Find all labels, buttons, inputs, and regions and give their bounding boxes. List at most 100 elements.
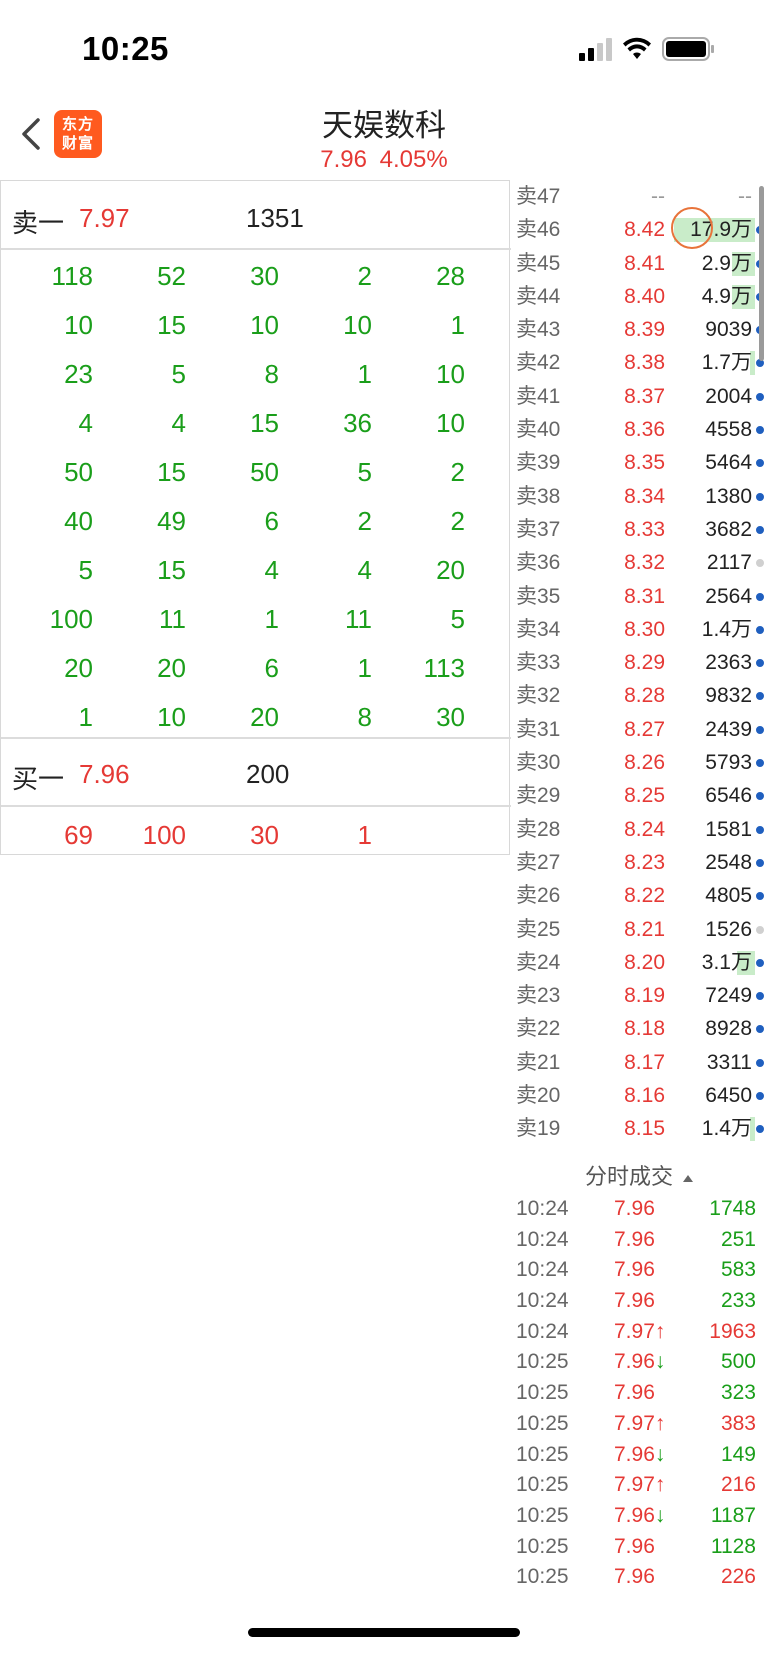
queue-order-size: 10 <box>343 310 372 340</box>
order-book-row[interactable]: 卖24 8.20 3.1万 <box>510 946 768 979</box>
level-price: 8.36 <box>624 418 665 442</box>
order-book-row[interactable]: 卖39 8.35 5464 <box>510 446 768 479</box>
tick-time: 10:24 <box>516 1319 569 1343</box>
order-book-row[interactable]: 卖21 8.17 3311 <box>510 1046 768 1079</box>
sort-up-icon[interactable] <box>683 1174 693 1182</box>
order-book-row[interactable]: 卖37 8.33 3682 <box>510 513 768 546</box>
level-price: 8.32 <box>624 551 665 575</box>
queue-order-size: 4 <box>171 408 186 438</box>
tick-trades-header[interactable]: 分时成交 <box>510 1160 768 1194</box>
level-label: 卖38 <box>516 484 561 508</box>
tick-row: 10:25 7.96 226 <box>510 1562 768 1593</box>
queue-row: 40 49 6 2 2 <box>1 497 511 546</box>
level-label: 卖40 <box>516 418 561 442</box>
order-book-row[interactable]: 卖46 8.42 17.9万 <box>510 213 768 246</box>
order-book-row[interactable]: 卖30 8.26 5793 <box>510 746 768 779</box>
order-book-row[interactable]: 卖40 8.36 4558 <box>510 413 768 446</box>
queue-order-size: 20 <box>250 702 279 732</box>
tick-volume: 1963 <box>709 1319 756 1343</box>
queue-row: 100 11 1 11 5 <box>1 595 511 644</box>
order-book-row[interactable]: 卖43 8.39 9039 <box>510 313 768 346</box>
order-book-scrollbar[interactable] <box>759 186 764 361</box>
level-label: 卖31 <box>516 717 561 741</box>
queue-order-size: 50 <box>64 457 93 487</box>
home-indicator[interactable] <box>248 1628 520 1637</box>
level-label: 卖22 <box>516 1017 561 1041</box>
tick-time: 10:25 <box>516 1442 569 1466</box>
queue-order-size: 1 <box>78 702 93 732</box>
queue-order-size: 2 <box>450 457 465 487</box>
tick-time: 10:25 <box>516 1473 569 1497</box>
arrow-up-icon: ↑ <box>654 1319 666 1343</box>
level-volume: 8928 <box>705 1017 752 1041</box>
order-dot-icon <box>756 625 764 634</box>
order-book-row[interactable]: 卖47 -- -- <box>510 180 768 213</box>
tick-time: 10:25 <box>516 1381 569 1405</box>
order-dot-icon <box>756 592 764 601</box>
order-book-row[interactable]: 卖31 8.27 2439 <box>510 713 768 746</box>
tick-time: 10:25 <box>516 1350 569 1374</box>
level-price: 8.40 <box>624 284 665 308</box>
order-book-row[interactable]: 卖33 8.29 2363 <box>510 646 768 679</box>
level-label: 卖39 <box>516 451 561 475</box>
order-book-list[interactable]: 卖47 -- -- 卖46 8.42 17.9万 卖45 8.41 2.9万 卖44 8.40 4.9… <box>510 180 768 1160</box>
tick-row: 10:25 7.96↓ 1187 <box>510 1501 768 1532</box>
order-book-row[interactable]: 卖22 8.18 8928 <box>510 1012 768 1045</box>
order-book-row[interactable]: 卖27 8.23 2548 <box>510 846 768 879</box>
order-book-row[interactable]: 卖23 8.19 7249 <box>510 979 768 1012</box>
tick-row: 10:25 7.97↑ 216 <box>510 1470 768 1501</box>
order-dot-icon <box>756 1125 764 1134</box>
tick-row: 10:24 7.96 233 <box>510 1286 768 1317</box>
order-book-row[interactable]: 卖19 8.15 1.4万 <box>510 1112 768 1145</box>
queue-row: 10 15 10 10 1 <box>1 301 511 350</box>
level-volume: 2548 <box>705 850 752 874</box>
level-volume: 7249 <box>705 984 752 1008</box>
level-label: 卖47 <box>516 185 561 208</box>
tick-volume: 1187 <box>710 1503 756 1527</box>
queue-order-size: 5 <box>357 457 372 487</box>
order-book-row[interactable]: 卖20 8.16 6450 <box>510 1079 768 1112</box>
tick-price: 7.96 <box>614 1197 655 1220</box>
order-book-row[interactable]: 卖36 8.32 2117 <box>510 546 768 579</box>
level-volume: 5464 <box>705 451 752 475</box>
tick-time: 10:24 <box>516 1289 569 1313</box>
queue-order-size: 30 <box>250 261 279 291</box>
order-book-row[interactable]: 卖29 8.25 6546 <box>510 779 768 812</box>
buy1-queue-grid: 69 100 30 1 <box>1 811 511 860</box>
order-book-row[interactable]: 卖42 8.38 1.7万 <box>510 346 768 379</box>
tick-price-wrap: 7.96 <box>614 1255 655 1285</box>
order-book-row[interactable]: 卖32 8.28 9832 <box>510 679 768 712</box>
tick-price: 7.97 <box>614 1473 655 1497</box>
level-label: 卖30 <box>516 751 561 775</box>
queue-order-size: 28 <box>436 261 465 291</box>
order-book-row[interactable]: 卖28 8.24 1581 <box>510 813 768 846</box>
order-book-row[interactable]: 卖26 8.22 4805 <box>510 879 768 912</box>
level-label: 卖33 <box>516 651 561 675</box>
order-dot-icon <box>756 392 764 401</box>
level-price: 8.34 <box>624 484 665 508</box>
order-book-row[interactable]: 卖34 8.30 1.4万 <box>510 613 768 646</box>
tick-price-wrap: 7.96 <box>614 1286 655 1316</box>
order-book-row[interactable]: 卖41 8.37 2004 <box>510 380 768 413</box>
tick-row: 10:24 7.96 583 <box>510 1255 768 1286</box>
tick-price-wrap: 7.96 <box>614 1562 655 1592</box>
tick-row: 10:25 7.96 1128 <box>510 1532 768 1563</box>
level-volume: 2363 <box>705 651 752 675</box>
tick-volume: 1748 <box>709 1197 756 1220</box>
status-icons <box>579 36 716 62</box>
tick-volume: 1128 <box>710 1534 756 1558</box>
order-dot-icon <box>756 925 764 934</box>
queue-order-size: 52 <box>157 261 186 291</box>
order-book-row[interactable]: 卖25 8.21 1526 <box>510 913 768 946</box>
tick-price-wrap: 7.96 <box>614 1532 655 1562</box>
order-book-row[interactable]: 卖38 8.34 1380 <box>510 480 768 513</box>
level-volume: 3311 <box>706 1050 752 1074</box>
order-book-row[interactable]: 卖44 8.40 4.9万 <box>510 280 768 313</box>
order-book-row[interactable]: 卖45 8.41 2.9万 <box>510 247 768 280</box>
queue-order-size: 50 <box>250 457 279 487</box>
level-volume: 6546 <box>705 784 752 808</box>
order-book-row[interactable]: 卖35 8.31 2564 <box>510 580 768 613</box>
level-label: 卖27 <box>516 850 561 874</box>
sell1-queue-grid: 118 52 30 2 28 10 15 10 10 1 23 5 8 1 10 4 4 15 36 10 50 15 50… <box>1 252 511 742</box>
arrow-down-icon: ↓ <box>654 1503 666 1527</box>
